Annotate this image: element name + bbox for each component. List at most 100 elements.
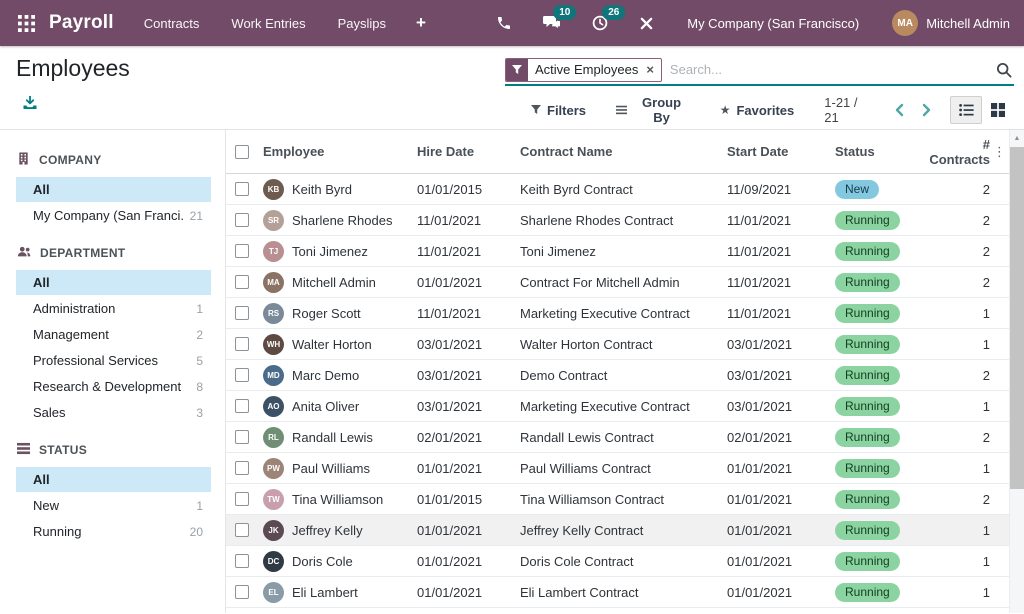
table-row[interactable]: RS Roger Scott 11/01/2021 Marketing Exec… [226,298,1009,329]
sidebar-item-status-running[interactable]: Running 20 [16,519,211,544]
pager-previous-icon[interactable] [886,99,913,121]
hire-date-cell: 03/01/2021 [410,337,513,352]
column-header-start-date[interactable]: Start Date [720,144,828,159]
table-row[interactable]: WH Walter Horton 03/01/2021 Walter Horto… [226,329,1009,360]
filters-button[interactable]: Filters [531,103,586,118]
sidebar-item-label: Running [33,524,81,539]
messages-icon[interactable]: 10 [541,13,563,33]
start-date-cell: 11/09/2021 [720,182,828,197]
row-checkbox[interactable] [235,492,249,506]
row-select-cell [226,585,257,599]
column-header-hire-date[interactable]: Hire Date [410,144,513,159]
select-all-checkbox[interactable] [235,145,249,159]
row-select-cell [226,430,257,444]
table-row[interactable]: JK Jeffrey Kelly 01/01/2021 Jeffrey Kell… [226,515,1009,546]
column-header-employee[interactable]: Employee [257,144,410,159]
search-facet-label: Active Employees [528,62,645,77]
sidebar-item-department-research-development[interactable]: Research & Development 8 [16,374,211,399]
hire-date-cell: 01/01/2021 [410,275,513,290]
tools-icon[interactable] [637,14,656,33]
user-menu[interactable]: MA Mitchell Admin [892,10,1010,36]
column-header-contract-name[interactable]: Contract Name [513,144,720,159]
sidebar-item-company-all[interactable]: All [16,177,211,202]
table-row[interactable]: EL Eli Lambert 01/01/2021 Eli Lambert Co… [226,577,1009,608]
sidebar-item-count: 8 [190,380,203,394]
app-window: Payroll ContractsWork EntriesPayslips + … [0,0,1024,613]
favorites-button[interactable]: ★ Favorites [720,103,795,118]
optional-columns-icon[interactable]: ⋮ [993,144,1006,160]
row-checkbox[interactable] [235,275,249,289]
search-facet[interactable]: Active Employees × [505,58,662,82]
scroll-up-arrow[interactable]: ▲ [1010,130,1024,146]
row-checkbox[interactable] [235,368,249,382]
search-icon[interactable] [994,60,1014,80]
export-icon[interactable] [22,95,38,110]
activities-clock-icon[interactable]: 26 [590,13,610,33]
apps-grid-icon[interactable] [12,9,41,38]
status-badge: Running [835,366,900,385]
row-checkbox[interactable] [235,337,249,351]
status-badge: Running [835,552,900,571]
kanban-view-icon[interactable] [982,96,1014,124]
table-row[interactable]: PW Paul Williams 01/01/2021 Paul William… [226,453,1009,484]
start-date-cell: 03/01/2021 [720,337,828,352]
status-cell: Running [828,521,913,540]
table-row[interactable]: AO Anita Oliver 03/01/2021 Marketing Exe… [226,391,1009,422]
start-date-cell: 11/01/2021 [720,213,828,228]
sidebar-item-department-administration[interactable]: Administration 1 [16,296,211,321]
column-header-status[interactable]: Status [828,144,913,159]
search-input[interactable] [662,62,994,77]
scroll-thumb[interactable] [1010,147,1024,489]
employee-name: Mitchell Admin [292,275,376,290]
sidebar-item-department-all[interactable]: All [16,270,211,295]
menu-item-work-entries[interactable]: Work Entries [215,0,321,46]
row-checkbox[interactable] [235,399,249,413]
company-switcher[interactable]: My Company (San Francisco) [687,16,859,31]
row-checkbox[interactable] [235,430,249,444]
sidebar-item-status-all[interactable]: All [16,467,211,492]
sidebar-item-status-new[interactable]: New 1 [16,493,211,518]
table-row[interactable]: TW Tina Williamson 01/01/2015 Tina Willi… [226,484,1009,515]
status-badge: Running [835,304,900,323]
list-view-icon[interactable] [950,96,982,124]
row-checkbox[interactable] [235,213,249,227]
app-title[interactable]: Payroll [49,12,114,34]
menu-item-payslips[interactable]: Payslips [322,0,402,46]
table-row[interactable]: RL Randall Lewis 02/01/2021 Randall Lewi… [226,422,1009,453]
table-row[interactable]: SR Sharlene Rhodes 11/01/2021 Sharlene R… [226,205,1009,236]
sidebar-item-department-sales[interactable]: Sales 3 [16,400,211,425]
row-checkbox[interactable] [235,306,249,320]
vertical-scrollbar[interactable]: ▲ [1009,130,1024,613]
row-checkbox[interactable] [235,244,249,258]
phone-icon[interactable] [494,13,514,33]
sidebar-item-count: 5 [190,354,203,368]
row-checkbox[interactable] [235,461,249,475]
status-badge: Running [835,490,900,509]
sidebar-item-company-my-company-san-franci[interactable]: My Company (San Franci... 21 [16,203,211,228]
main-area: COMPANY All My Company (San Franci... 21… [0,130,1024,613]
plus-icon[interactable]: + [402,13,440,33]
row-checkbox[interactable] [235,182,249,196]
search-bar[interactable]: Active Employees × [505,56,1014,86]
table-row[interactable]: MD Marc Demo 03/01/2021 Demo Contract 03… [226,360,1009,391]
table-row[interactable]: TJ Toni Jimenez 11/01/2021 Toni Jimenez … [226,236,1009,267]
sidebar-item-department-professional-services[interactable]: Professional Services 5 [16,348,211,373]
status-cell: Running [828,304,913,323]
table-row[interactable]: MA Mitchell Admin 01/01/2021 Contract Fo… [226,267,1009,298]
group-by-button[interactable]: Group By [616,95,690,125]
row-checkbox[interactable] [235,585,249,599]
facet-remove-icon[interactable]: × [645,62,661,77]
employee-name: Roger Scott [292,306,361,321]
table-row[interactable]: KB Keith Byrd 01/01/2015 Keith Byrd Cont… [226,174,1009,205]
sidebar-item-department-management[interactable]: Management 2 [16,322,211,347]
navbar-systray: 10 26 My Company (San Francisco) MA Mitc… [494,10,1010,36]
column-header-contracts[interactable]: # Contracts ⋮ [913,137,1009,167]
row-checkbox[interactable] [235,523,249,537]
menu-item-contracts[interactable]: Contracts [128,0,216,46]
row-checkbox[interactable] [235,554,249,568]
contracts-count-cell: 2 [913,182,1009,197]
table-row[interactable]: DC Doris Cole 01/01/2021 Doris Cole Cont… [226,546,1009,577]
pager-next-icon[interactable] [913,99,940,121]
contract-name-cell: Tina Williamson Contract [513,492,720,507]
start-date-cell: 11/01/2021 [720,306,828,321]
